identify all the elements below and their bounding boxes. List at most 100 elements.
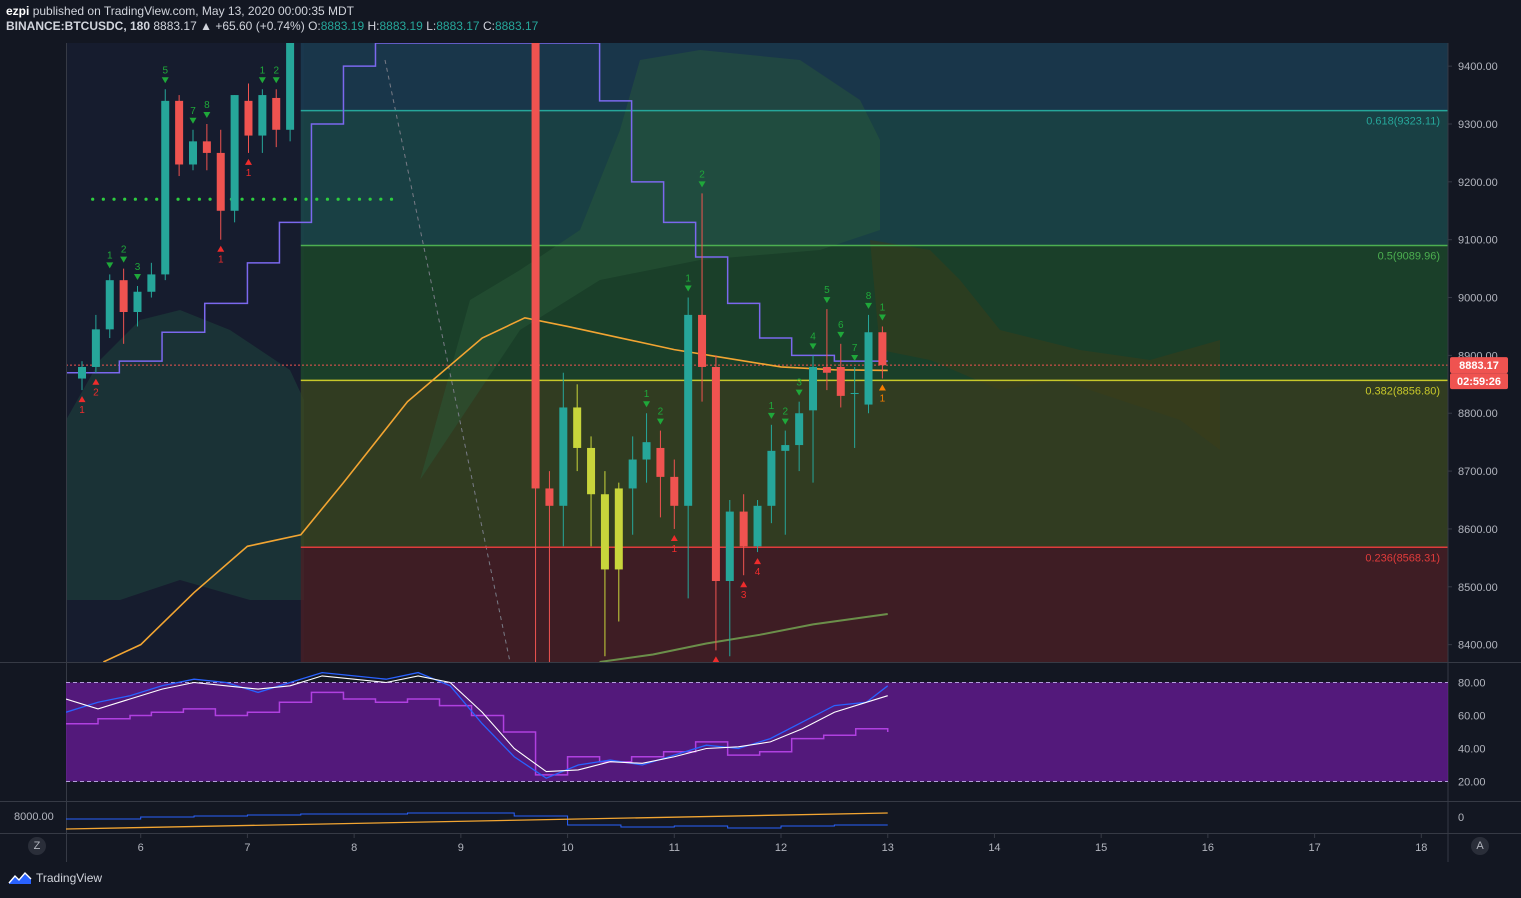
candle-body	[286, 43, 295, 130]
candle-body	[175, 100, 184, 165]
dotted-point	[197, 197, 201, 201]
td-mark: 2	[726, 662, 733, 682]
td-count: 5	[824, 285, 830, 296]
candle-body	[850, 392, 859, 394]
dotted-point	[336, 197, 340, 201]
candle[interactable]	[175, 95, 184, 177]
candle-body	[698, 314, 707, 367]
candle-body	[684, 314, 693, 506]
dotted-point	[176, 197, 180, 201]
dotted-point	[261, 197, 266, 201]
candle-body	[545, 488, 554, 506]
dotted-point	[251, 197, 255, 201]
td-count: 2	[121, 245, 127, 256]
candle-body	[656, 447, 665, 477]
candle-body	[711, 366, 720, 582]
fib-zone-0	[300, 43, 1448, 111]
price-panel[interactable]: 12123578111 21211212341234567811 0.618(93…	[66, 43, 1448, 682]
dotted-point	[91, 197, 95, 201]
footer: TradingView	[8, 871, 102, 885]
fib-label-3: 0.236(8568.31)	[1365, 552, 1440, 564]
dotted-point	[283, 197, 287, 201]
candle[interactable]	[753, 500, 762, 553]
candle-body	[809, 366, 818, 411]
price-badge-text: 8883.17	[1459, 360, 1499, 372]
time-tick-label: 6	[138, 842, 144, 854]
time-tick-label: 14	[988, 842, 1000, 854]
price-tick-label: 8600.00	[1458, 524, 1498, 536]
auto-scale-z-button[interactable]: Z	[28, 837, 46, 855]
candle-body	[230, 95, 239, 211]
candle-body	[91, 329, 100, 367]
dotted-point	[389, 197, 394, 201]
candle-body	[822, 366, 831, 373]
td-count: 1	[672, 544, 678, 555]
candle-body	[559, 407, 568, 506]
td-count: 1	[79, 405, 85, 416]
dotted-point	[368, 197, 372, 201]
candle[interactable]	[286, 43, 295, 142]
fib-label-0: 0.618(9323.11)	[1366, 116, 1440, 128]
volume-panel[interactable]: 8000.00 0	[14, 811, 1464, 830]
td-count: 8	[204, 100, 210, 111]
candle-body	[216, 152, 225, 211]
dotted-point	[187, 197, 191, 201]
candle-body	[161, 100, 170, 275]
price-tick-label: 8700.00	[1458, 466, 1498, 478]
price-tick-label: 8800.00	[1458, 408, 1498, 420]
candle-body	[878, 332, 887, 366]
chart-canvas[interactable]: 12123578111 21211212341234567811 0.618(93…	[0, 0, 1521, 898]
fib-label-1: 0.5(9089.96)	[1378, 250, 1440, 262]
candle-body	[753, 505, 762, 547]
rsi-tick-label: 40.00	[1458, 744, 1486, 756]
td-count: 1	[880, 394, 886, 405]
candle-body	[133, 291, 142, 313]
auto-scale-a-button[interactable]: A	[1471, 837, 1489, 855]
dotted-point	[357, 197, 362, 201]
time-axis[interactable]: 6 7 8 9 10 11 12 13 14 15 16 17 18	[138, 834, 1428, 854]
green-dotted-line	[91, 197, 394, 201]
time-tick-label: 10	[561, 842, 573, 854]
time-tick-label: 8	[351, 842, 357, 854]
rsi-panel[interactable]: 80.00 60.00 40.00 20.00	[66, 671, 1486, 789]
candle-body	[188, 141, 197, 165]
price-tick-label: 8500.00	[1458, 582, 1498, 594]
dotted-point	[325, 197, 330, 201]
price-plot: 12123578111 21211212341234567811	[66, 43, 1448, 682]
candle-body	[725, 511, 734, 582]
tradingview-brand[interactable]: TradingView	[36, 871, 102, 885]
dotted-point	[315, 197, 319, 201]
rsi-band	[66, 682, 1448, 782]
time-tick-label: 15	[1095, 842, 1107, 854]
td-count: 2	[273, 65, 279, 76]
candle-body	[795, 413, 804, 446]
td-count: 1	[685, 274, 691, 285]
candle[interactable]	[105, 274, 114, 339]
td-count: 4	[810, 331, 816, 342]
time-tick-label: 18	[1415, 842, 1427, 854]
candle-body	[864, 332, 873, 405]
td-count: 1	[218, 255, 224, 266]
td-count: 2	[93, 388, 99, 399]
candle-body	[272, 97, 281, 130]
candle-body	[202, 141, 211, 153]
timer-badge-text: 02:59:26	[1457, 376, 1501, 388]
candle-body	[258, 95, 267, 136]
candle-body	[147, 274, 156, 292]
td-arrow-up-icon	[726, 662, 733, 668]
candle[interactable]	[230, 95, 239, 223]
candle[interactable]	[161, 89, 170, 281]
candle-body	[836, 366, 845, 396]
td-count: 2	[782, 407, 788, 418]
td-count: 5	[162, 65, 168, 76]
dotted-point	[144, 197, 148, 201]
dotted-point	[272, 197, 276, 201]
candle-body	[587, 447, 596, 495]
vol-left-label: 8000.00	[14, 811, 54, 823]
price-axis[interactable]: 9400.009300.009200.009100.009000.008900.…	[1447, 43, 1521, 862]
dotted-point	[155, 197, 159, 201]
td-count: 1	[769, 401, 775, 412]
td-count: 3	[135, 262, 141, 273]
rsi-tick-label: 80.00	[1458, 678, 1486, 690]
price-tick-label: 9100.00	[1458, 235, 1498, 247]
